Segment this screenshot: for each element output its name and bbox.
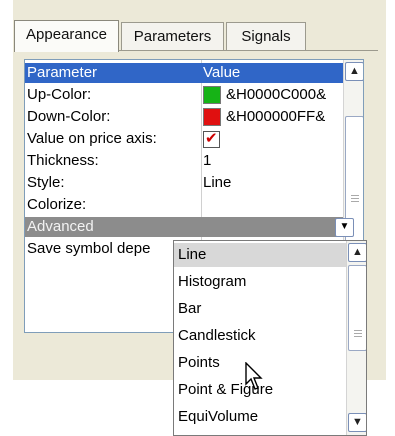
dropdown-item-bar[interactable]: Bar — [174, 297, 346, 321]
row-label: Style: — [27, 174, 65, 191]
row-label: Colorize: — [27, 196, 87, 213]
row-thickness[interactable]: Thickness: 1 — [25, 151, 343, 171]
tab-signals[interactable]: Signals — [226, 22, 306, 51]
scroll-down-icon[interactable]: ▼ — [348, 413, 366, 432]
dropdown-item-candlestick[interactable]: Candlestick — [174, 324, 346, 348]
row-value-on-price-axis[interactable]: Value on price axis: — [25, 129, 343, 149]
row-value[interactable]: 1 — [203, 151, 343, 171]
color-swatch-red[interactable] — [203, 108, 221, 127]
dropdown-scroll-thumb[interactable] — [348, 265, 366, 351]
dropdown-scrollbar[interactable]: ▲ ▼ — [346, 241, 366, 435]
checkbox-checked[interactable] — [203, 129, 220, 149]
dropdown-item-histogram[interactable]: Histogram — [174, 270, 346, 294]
scroll-up-icon[interactable]: ▲ — [345, 62, 363, 81]
color-value: &H000000FF& — [226, 108, 326, 125]
row-advanced[interactable]: Advanced — [25, 217, 343, 237]
row-value[interactable]: &H0000C000& — [203, 85, 343, 105]
header-parameter: Parameter — [27, 64, 98, 81]
row-value[interactable] — [203, 129, 343, 149]
row-label: Down-Color: — [27, 108, 111, 125]
dropdown-item-line[interactable]: Line — [174, 243, 346, 267]
row-down-color[interactable]: Down-Color: &H000000FF& — [25, 107, 343, 127]
row-value[interactable]: Line — [203, 173, 343, 193]
style-dropdown-list[interactable]: Line Histogram Bar Candlestick Points Po… — [173, 240, 367, 436]
tab-appearance[interactable]: Appearance — [14, 20, 119, 52]
color-value: &H0000C000& — [226, 86, 327, 103]
mouse-pointer-icon — [245, 362, 263, 390]
row-label: Value on price axis: — [27, 130, 157, 147]
row-up-color[interactable]: Up-Color: &H0000C000& — [25, 85, 343, 105]
row-colorize[interactable]: Colorize: — [25, 195, 343, 215]
scroll-up-icon[interactable]: ▲ — [348, 243, 366, 262]
header-value: Value — [203, 64, 241, 81]
grid-header: Parameter Value — [25, 63, 343, 83]
tab-parameters[interactable]: Parameters — [121, 22, 224, 51]
row-style[interactable]: Style: Line — [25, 173, 343, 193]
row-value[interactable]: &H000000FF& — [203, 107, 343, 127]
style-dropdown-button[interactable]: ▼ — [335, 218, 354, 237]
color-swatch-green[interactable] — [203, 86, 221, 105]
row-label: Advanced — [27, 218, 94, 235]
row-label: Thickness: — [27, 152, 99, 169]
row-label: Save symbol depe — [27, 240, 151, 257]
dropdown-item-equivolume[interactable]: EquiVolume — [174, 405, 346, 429]
row-label: Up-Color: — [27, 86, 92, 103]
